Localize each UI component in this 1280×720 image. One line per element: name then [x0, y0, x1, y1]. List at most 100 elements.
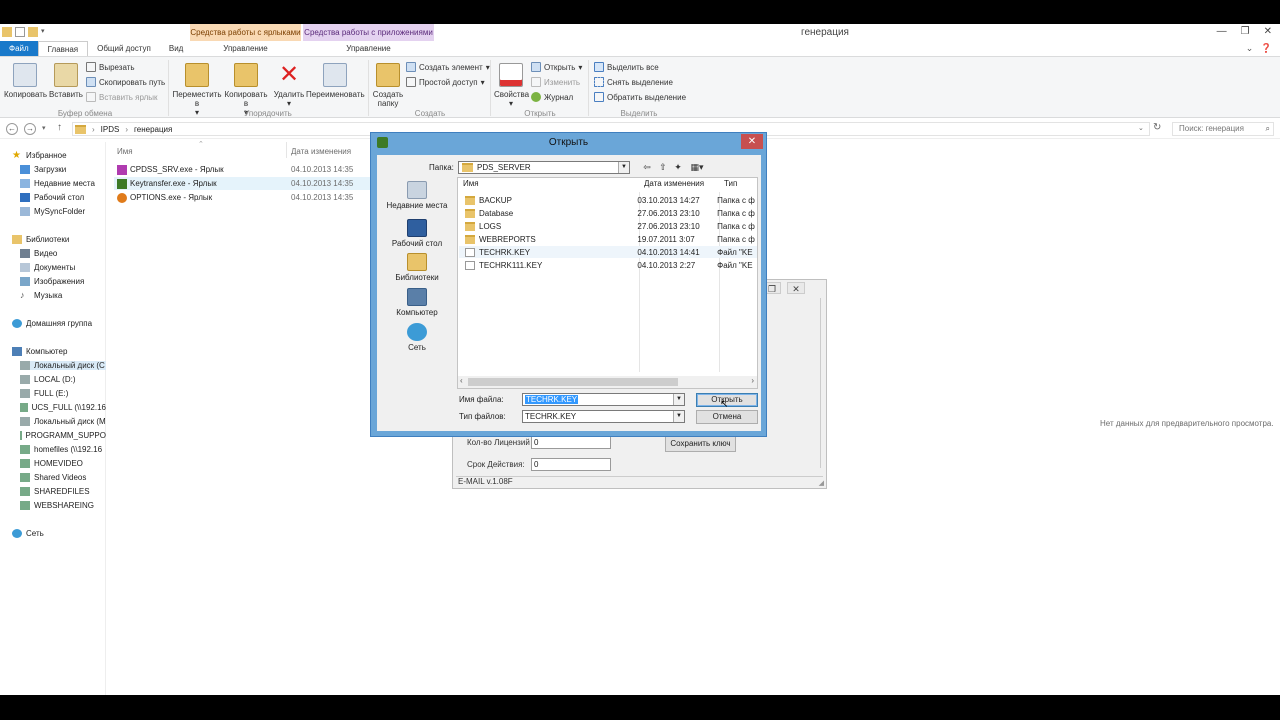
close-button[interactable]: ✕	[1264, 26, 1272, 37]
scroll-right-icon[interactable]: ›	[751, 376, 754, 385]
up-folder-icon[interactable]: ⇧	[657, 162, 669, 173]
resize-grip-icon[interactable]: ◢	[819, 479, 824, 487]
copy-button[interactable]: Копировать	[4, 63, 47, 99]
nav-item-shared-videos[interactable]: Shared Videos	[20, 473, 86, 482]
nav-network[interactable]: Сеть	[12, 529, 44, 538]
select-all-button[interactable]: Выделить все	[594, 62, 659, 72]
filetype-select[interactable]: TECHRK.KEY ▼	[522, 410, 685, 423]
folder-icon[interactable]	[2, 27, 12, 37]
place-recent[interactable]: Недавние места	[381, 181, 453, 210]
select-none-button[interactable]: Снять выделение	[594, 77, 673, 87]
term-input[interactable]: 0	[531, 458, 611, 471]
scroll-left-icon[interactable]: ‹	[460, 376, 463, 385]
new-folder-button[interactable]: Создать папку	[372, 63, 404, 108]
file-row[interactable]: CPDSS_SRV.exe - Ярлык 04.10.2013 14:35	[114, 163, 372, 176]
list-item[interactable]: BACKUP 03.10.2013 14:27 Папка с ф	[459, 194, 757, 206]
nav-item-homefiles[interactable]: homefiles (\\192.16	[20, 445, 106, 454]
invert-selection-button[interactable]: Обратить выделение	[594, 92, 686, 102]
minimize-button[interactable]: —	[1217, 26, 1227, 37]
nav-item-music[interactable]: ♪ Музыка	[20, 291, 62, 301]
nav-item-mysyncfolder[interactable]: MySyncFolder	[20, 207, 85, 216]
licenses-input[interactable]: 0	[531, 436, 611, 449]
new-folder-icon[interactable]	[28, 27, 38, 37]
chevron-down-icon[interactable]: ⌄	[1246, 43, 1254, 53]
save-key-button[interactable]: Сохранить ключ	[665, 435, 736, 452]
paste-button[interactable]: Вставить	[48, 63, 84, 99]
nav-item-recent[interactable]: Недавние места	[20, 179, 95, 188]
nav-item-desktop[interactable]: Рабочий стол	[20, 193, 84, 202]
column-header-name[interactable]: Имя	[463, 179, 479, 188]
nav-homegroup[interactable]: Домашняя группа	[12, 319, 92, 328]
place-desktop[interactable]: Рабочий стол	[381, 219, 453, 248]
forward-button[interactable]: →	[24, 123, 36, 135]
address-dropdown[interactable]: ⌄	[1138, 124, 1144, 132]
list-item[interactable]: TECHRK.KEY 04.10.2013 14:41 Файл "KE	[459, 246, 757, 258]
chevron-down-icon[interactable]: ▾	[41, 27, 51, 37]
properties-button[interactable]: Свойства ▾	[494, 63, 529, 108]
new-folder-icon[interactable]: ✦	[672, 162, 684, 173]
nav-item-drive-d[interactable]: LOCAL (D:)	[20, 375, 76, 384]
nav-item-documents[interactable]: Документы	[20, 263, 75, 272]
tab-home[interactable]: Главная	[37, 41, 89, 56]
list-item[interactable]: WEBREPORTS 19.07.2011 3:07 Папка с ф	[459, 233, 757, 245]
paste-shortcut-button[interactable]: Вставить ярлык	[86, 92, 158, 102]
back-icon[interactable]: ⇦	[641, 162, 653, 173]
breadcrumb-item[interactable]: генерация	[134, 125, 172, 134]
list-item[interactable]: Database 27.06.2013 23:10 Папка с ф	[459, 207, 757, 219]
dialog-close-button[interactable]: ✕	[741, 134, 763, 149]
recent-locations-button[interactable]: ▾	[42, 124, 46, 132]
filename-input[interactable]: TECHRK.KEY ▼	[522, 393, 685, 406]
tab-manage-app[interactable]: Управление	[303, 41, 434, 56]
nav-favorites[interactable]: ★ Избранное	[12, 151, 67, 161]
properties-icon[interactable]	[15, 27, 25, 37]
up-button[interactable]: ↑	[57, 122, 62, 133]
back-button[interactable]: ←	[6, 123, 18, 135]
rename-button[interactable]: Переименовать	[306, 63, 365, 99]
list-item[interactable]: LOGS 27.06.2013 23:10 Папка с ф	[459, 220, 757, 232]
nav-item-webshareing[interactable]: WEBSHAREING	[20, 501, 94, 510]
place-computer[interactable]: Компьютер	[381, 288, 453, 317]
view-menu-icon[interactable]: ▦▾	[688, 162, 706, 173]
cut-button[interactable]: Вырезать	[86, 62, 135, 72]
tab-share[interactable]: Общий доступ	[88, 41, 160, 56]
nav-item-pictures[interactable]: Изображения	[20, 277, 84, 286]
nav-item-drive-e[interactable]: FULL (E:)	[20, 389, 68, 398]
easy-access-button[interactable]: Простой доступ ▾	[406, 77, 485, 87]
place-network[interactable]: Сеть	[381, 323, 453, 352]
nav-computer[interactable]: Компьютер	[12, 347, 67, 356]
file-row[interactable]: Keytransfer.exe - Ярлык 04.10.2013 14:35	[114, 177, 372, 190]
maximize-button[interactable]: ❐	[1241, 26, 1250, 37]
edit-button[interactable]: Изменить	[531, 77, 580, 87]
list-item[interactable]: TECHRK111.KEY 04.10.2013 2:27 Файл "KE	[459, 259, 757, 271]
cancel-button[interactable]: Отмена	[696, 410, 758, 424]
nav-item-programm-support[interactable]: PROGRAMM_SUPPO	[20, 431, 106, 440]
column-header-date[interactable]: Дата изменения	[644, 179, 704, 188]
new-item-button[interactable]: Создать элемент ▾	[406, 62, 490, 72]
search-input[interactable]: Поиск: генерация ⌕	[1172, 122, 1274, 136]
open-button[interactable]: Открыть ▾	[531, 62, 582, 72]
nav-item-homevideo[interactable]: HOMEVIDEO	[20, 459, 83, 468]
nav-item-sharedfiles[interactable]: SHAREDFILES	[20, 487, 90, 496]
nav-item-drive-c[interactable]: Локальный диск (C	[20, 361, 106, 370]
nav-item-video[interactable]: Видео	[20, 249, 57, 258]
place-libraries[interactable]: Библиотеки	[381, 253, 453, 282]
tab-file[interactable]: Файл	[0, 41, 38, 56]
file-row[interactable]: OPTIONS.exe - Ярлык 04.10.2013 14:35	[114, 191, 372, 204]
column-header-type[interactable]: Тип	[724, 179, 737, 188]
nav-libraries[interactable]: Библиотеки	[12, 235, 69, 244]
tab-manage-shortcut[interactable]: Управление	[190, 41, 301, 56]
scroll-thumb[interactable]	[468, 378, 678, 386]
delete-button[interactable]: ✕ Удалить ▾	[272, 63, 306, 109]
tab-view[interactable]: Вид	[160, 41, 192, 56]
breadcrumb-item[interactable]: IPDS	[101, 125, 120, 134]
nav-item-downloads[interactable]: Загрузки	[20, 165, 66, 174]
nav-item-drive-m[interactable]: Локальный диск (M	[20, 417, 106, 426]
folder-select[interactable]: PDS_SERVER ▼	[458, 161, 630, 174]
nav-item-network-drive[interactable]: UCS_FULL (\\192.16	[20, 403, 106, 412]
copy-path-button[interactable]: Скопировать путь	[86, 77, 165, 87]
history-button[interactable]: Журнал	[531, 92, 573, 102]
column-header-date[interactable]: Дата изменения	[291, 147, 351, 156]
refresh-icon[interactable]: ↻	[1153, 122, 1161, 133]
column-header-name[interactable]: Имя	[117, 147, 133, 156]
horizontal-scrollbar[interactable]: ‹ ›	[458, 376, 757, 388]
